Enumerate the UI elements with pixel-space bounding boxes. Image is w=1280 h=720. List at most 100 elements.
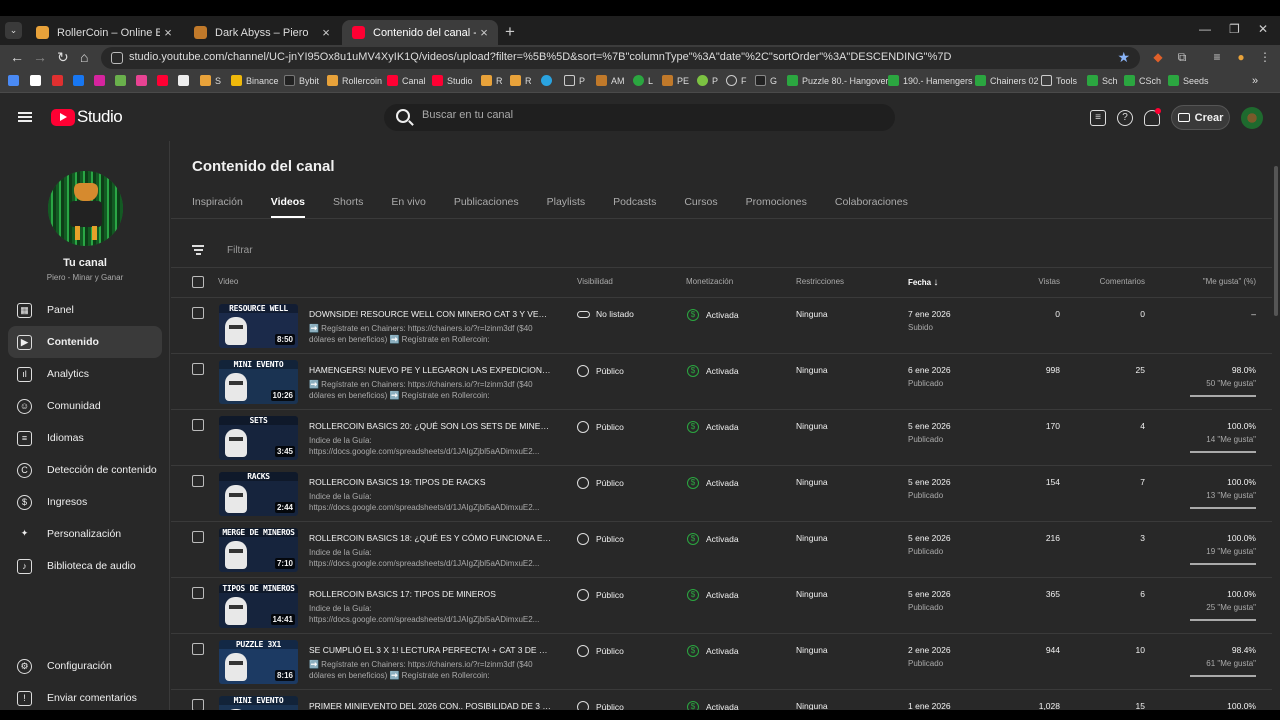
address-bar[interactable]: studio.youtube.com/channel/UC-jnYI95Ox8u… bbox=[101, 47, 1140, 69]
sidebar-item-contenido[interactable]: ▶ Contenido bbox=[8, 326, 162, 358]
sidebar-item-analytics[interactable]: ıl Analytics bbox=[8, 358, 162, 390]
monetization-status[interactable]: $ Activada bbox=[687, 365, 739, 377]
column-header-likes[interactable]: "Me gusta" (%) bbox=[1203, 277, 1256, 286]
sidebar-item-ingresos[interactable]: $ Ingresos bbox=[8, 486, 162, 518]
table-row[interactable]: MINI EVENTO PRIMER MINIEVENTO DEL 2026 CO… bbox=[171, 690, 1272, 710]
column-header-views[interactable]: Vistas bbox=[1038, 277, 1060, 286]
tab-shorts[interactable]: Shorts bbox=[333, 196, 363, 218]
help-icon[interactable]: ? bbox=[1117, 110, 1133, 126]
sidebar-item-biblioteca[interactable]: ♪ Biblioteca de audio bbox=[8, 550, 162, 582]
tab-inspiracion[interactable]: Inspiración bbox=[192, 196, 243, 218]
extension-icon[interactable]: ◆ bbox=[1151, 50, 1165, 64]
monetization-status[interactable]: $ Activada bbox=[687, 309, 739, 321]
row-checkbox[interactable] bbox=[192, 531, 204, 543]
visibility-dropdown[interactable]: Público bbox=[577, 533, 624, 545]
visibility-dropdown[interactable]: Público bbox=[577, 589, 624, 601]
create-button[interactable]: Crear bbox=[1171, 105, 1230, 130]
column-header-visibility[interactable]: Visibilidad bbox=[577, 277, 613, 286]
bookmark-icon-5[interactable] bbox=[94, 75, 109, 86]
bookmark-bybit[interactable]: Bybit bbox=[284, 75, 319, 86]
tab-publicaciones[interactable]: Publicaciones bbox=[454, 196, 519, 218]
filter-icon[interactable] bbox=[192, 245, 204, 257]
visibility-dropdown[interactable]: Público bbox=[577, 421, 624, 433]
table-row[interactable]: MINI EVENTO 10:26 HAMENGERS! NUEVO PE Y LL… bbox=[171, 354, 1272, 410]
restore-icon[interactable]: ❐ bbox=[1229, 22, 1240, 36]
monetization-status[interactable]: $ Activada bbox=[687, 589, 739, 601]
bookmark-s[interactable]: S bbox=[200, 75, 221, 86]
search-icon[interactable] bbox=[396, 109, 410, 123]
tab-podcasts[interactable]: Podcasts bbox=[613, 196, 656, 218]
filter-input[interactable]: Filtrar bbox=[227, 245, 253, 256]
table-row[interactable]: MERGE DE MINEROS 7:10 ROLLERCOIN BASICS 18… bbox=[171, 522, 1272, 578]
close-icon[interactable]: × bbox=[318, 25, 334, 40]
channel-name[interactable]: Tu canal bbox=[0, 257, 170, 269]
bookmark-pe[interactable]: PE bbox=[662, 75, 689, 86]
back-icon[interactable]: ← bbox=[10, 49, 24, 65]
row-checkbox[interactable] bbox=[192, 699, 204, 710]
video-title[interactable]: ROLLERCOIN BASICS 17: TIPOS DE MINEROS bbox=[309, 589, 552, 599]
bookmark-binance[interactable]: Binance bbox=[231, 75, 279, 86]
select-all-checkbox[interactable] bbox=[192, 276, 204, 288]
sidebar-item-idiomas[interactable]: ≡ Idiomas bbox=[8, 422, 162, 454]
channel-avatar[interactable] bbox=[48, 171, 123, 246]
monetization-status[interactable]: $ Activada bbox=[687, 533, 739, 545]
sidebar-item-configuracion[interactable]: ⚙ Configuración bbox=[8, 650, 162, 682]
video-title[interactable]: HAMENGERS! NUEVO PE Y LLEGARON LAS EXPED… bbox=[309, 365, 552, 375]
tab-colaboraciones[interactable]: Colaboraciones bbox=[835, 196, 908, 218]
bookmark-icon-1[interactable] bbox=[8, 75, 23, 86]
search-input[interactable] bbox=[422, 109, 862, 121]
reload-icon[interactable]: ↻ bbox=[57, 49, 69, 66]
video-title[interactable]: SE CUMPLIÓ EL 3 X 1! LECTURA PERFECTA! +… bbox=[309, 645, 552, 655]
bookmark-star-icon[interactable]: ★ bbox=[1117, 49, 1130, 66]
window-close-icon[interactable]: ✕ bbox=[1258, 22, 1268, 36]
close-icon[interactable]: × bbox=[476, 25, 492, 40]
video-thumbnail[interactable]: MINI EVENTO bbox=[219, 696, 298, 710]
video-thumbnail[interactable]: TIPOS DE MINEROS 14:41 bbox=[219, 584, 298, 628]
bookmark-r2[interactable]: R bbox=[510, 75, 532, 86]
bookmark-sch[interactable]: Sch bbox=[1087, 75, 1118, 86]
table-row[interactable]: SETS 3:45 ROLLERCOIN BASICS 20: ¿QUÉ SON L… bbox=[171, 410, 1272, 466]
row-checkbox[interactable] bbox=[192, 475, 204, 487]
sidebar-item-personalizacion[interactable]: ✦ Personalización bbox=[8, 518, 162, 550]
tab-search-icon[interactable]: ⌄ bbox=[5, 22, 22, 39]
bookmark-icon-2[interactable] bbox=[30, 75, 45, 86]
row-checkbox[interactable] bbox=[192, 587, 204, 599]
visibility-dropdown[interactable]: Público bbox=[577, 477, 624, 489]
table-row[interactable]: TIPOS DE MINEROS 14:41 ROLLERCOIN BASICS 1… bbox=[171, 578, 1272, 634]
video-thumbnail[interactable]: RESOURCE WELL 8:50 bbox=[219, 304, 298, 348]
extensions-puzzle-icon[interactable]: ⧉ bbox=[1175, 50, 1189, 64]
tab-promociones[interactable]: Promociones bbox=[746, 196, 807, 218]
browser-tab-rollercoin[interactable]: RollerCoin – Online Bitcoin Mini × bbox=[26, 20, 182, 45]
video-thumbnail[interactable]: MINI EVENTO 10:26 bbox=[219, 360, 298, 404]
more-bookmarks-icon[interactable]: » bbox=[1252, 75, 1258, 87]
bookmark-icon-4[interactable] bbox=[73, 75, 88, 86]
tab-en-vivo[interactable]: En vivo bbox=[391, 196, 425, 218]
bookmark-tools-folder[interactable]: Tools bbox=[1041, 75, 1077, 86]
video-title[interactable]: ROLLERCOIN BASICS 18: ¿QUÉ ES Y CÓMO FUN… bbox=[309, 533, 552, 543]
row-checkbox[interactable] bbox=[192, 307, 204, 319]
bookmark-rollercoin[interactable]: Rollercoin bbox=[327, 75, 382, 86]
bookmark-icon-6[interactable] bbox=[115, 75, 130, 86]
close-icon[interactable]: × bbox=[160, 25, 176, 40]
video-title[interactable]: PRIMER MINIEVENTO DEL 2026 CON.. POSIBIL… bbox=[309, 701, 552, 710]
browser-tab-dark-abyss[interactable]: Dark Abyss – Piero × bbox=[184, 20, 340, 45]
tab-videos[interactable]: Videos bbox=[270, 196, 306, 218]
browser-tab-youtube[interactable]: Contenido del canal - YouTube × bbox=[342, 20, 498, 45]
bookmark-l[interactable]: L bbox=[633, 75, 653, 86]
monetization-status[interactable]: $ Activada bbox=[687, 645, 739, 657]
column-header-comments[interactable]: Comentarios bbox=[1100, 277, 1145, 286]
bookmark-seeds[interactable]: Seeds bbox=[1168, 75, 1209, 86]
account-avatar[interactable] bbox=[1241, 107, 1263, 129]
bookmark-am[interactable]: AM bbox=[596, 75, 625, 86]
row-checkbox[interactable] bbox=[192, 363, 204, 375]
bookmark-r1[interactable]: R bbox=[481, 75, 503, 86]
video-thumbnail[interactable]: SETS 3:45 bbox=[219, 416, 298, 460]
site-info-icon[interactable] bbox=[111, 52, 123, 64]
bookmark-icon-3[interactable] bbox=[52, 75, 67, 86]
monetization-status[interactable]: $ Activada bbox=[687, 421, 739, 433]
column-header-date[interactable]: Fecha ↓ bbox=[908, 277, 938, 288]
bookmark-canal[interactable]: Canal bbox=[387, 75, 426, 86]
studio-logo[interactable]: Studio bbox=[51, 107, 123, 127]
bookmark-telegram[interactable] bbox=[541, 75, 556, 86]
tab-cursos[interactable]: Cursos bbox=[684, 196, 717, 218]
